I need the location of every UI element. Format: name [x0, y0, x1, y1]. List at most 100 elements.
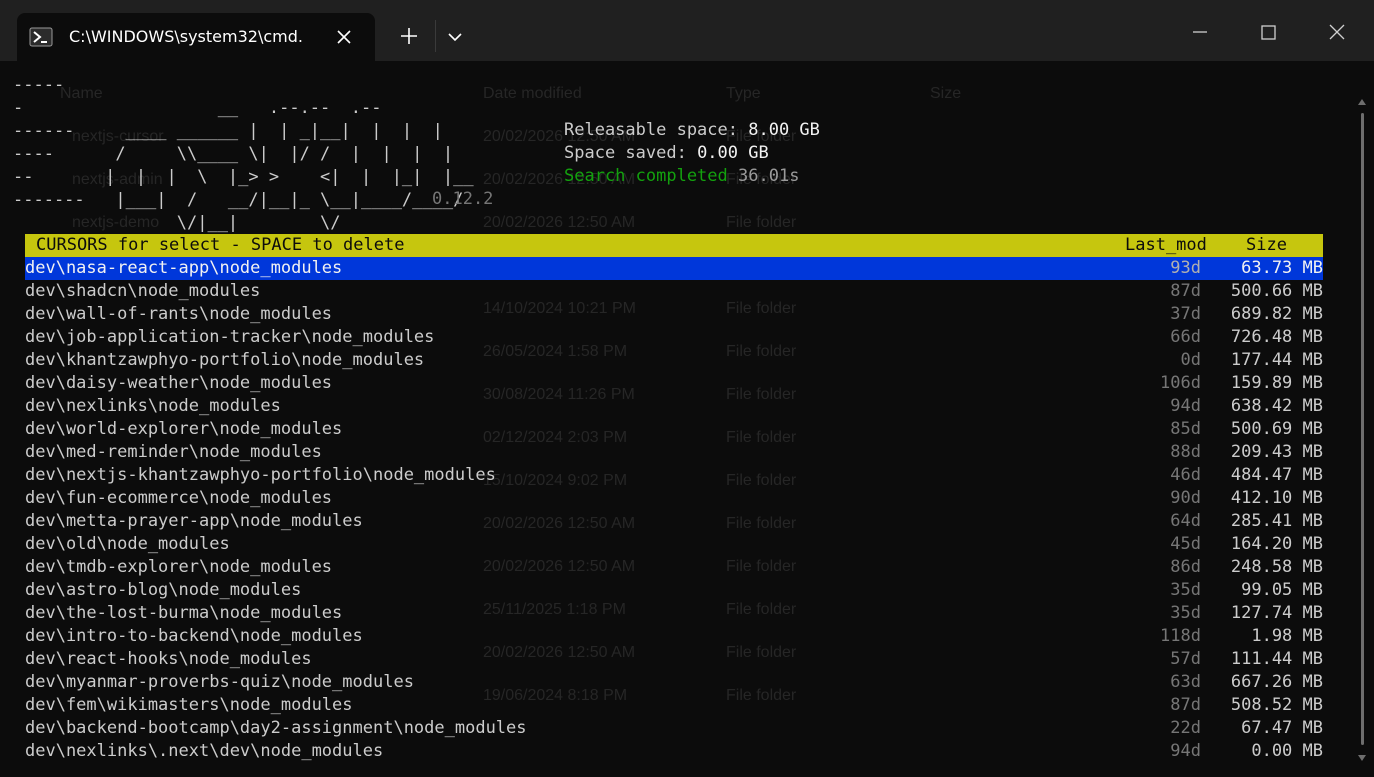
folder-size: 508.52 MB	[1230, 695, 1323, 715]
list-row[interactable]: dev\metta-prayer-app\node_modules 64d 285.…	[25, 510, 1323, 533]
list-row[interactable]: dev\nextjs-khantzawphyo-portfolio\node_m…	[25, 464, 1323, 487]
scroll-down-arrow-icon[interactable]	[1358, 755, 1366, 761]
scrollbar-thumb[interactable]	[1361, 113, 1364, 745]
list-header-bar: CURSORS for select - SPACE to delete Las…	[25, 234, 1323, 257]
tab-cmd[interactable]: C:\WINDOWS\system32\cmd.	[17, 13, 375, 61]
folder-path: dev\nextjs-khantzawphyo-portfolio\node_m…	[25, 465, 496, 485]
releasable-label: Releasable space:	[564, 120, 749, 140]
folder-size: 209.43 MB	[1230, 442, 1323, 462]
folder-path: dev\job-application-tracker\node_modules	[25, 327, 435, 347]
folder-size: 99.05 MB	[1241, 580, 1323, 600]
folder-size: 726.48 MB	[1230, 327, 1323, 347]
folder-size: 159.89 MB	[1230, 373, 1323, 393]
chevron-down-icon[interactable]	[445, 28, 465, 46]
list-row[interactable]: dev\wall-of-rants\node_modules 37d 689.82 …	[25, 303, 1323, 326]
bg-header-date: Date modified	[483, 85, 582, 102]
terminal-pane[interactable]: Name Date modified Type Size nextjs-curs…	[0, 61, 1374, 777]
folder-path: dev\the-lost-burma\node_modules	[25, 603, 343, 623]
column-last-mod: Last_mod	[1125, 235, 1207, 255]
close-icon[interactable]	[1325, 20, 1349, 44]
folder-path: dev\intro-to-backend\node_modules	[25, 626, 363, 646]
logo-line: -----	[13, 75, 65, 95]
folder-path: dev\khantzawphyo-portfolio\node_modules	[25, 350, 425, 370]
last-modified: 118d	[1160, 626, 1201, 646]
last-modified: 87d	[1170, 695, 1201, 715]
folder-size: 164.20 MB	[1230, 534, 1323, 554]
folder-size: 111.44 MB	[1230, 649, 1323, 669]
list-row[interactable]: dev\react-hooks\node_modules 57d 111.44 MB	[25, 648, 1323, 671]
list-row[interactable]: dev\med-reminder\node_modules 88d 209.43 M…	[25, 441, 1323, 464]
last-modified: 94d	[1170, 741, 1201, 761]
new-tab-icon[interactable]	[397, 24, 421, 48]
folder-size: 0.00 MB	[1251, 741, 1323, 761]
list-row-selected[interactable]: dev\nasa-react-app\node_modules 93d 63.73 …	[25, 257, 1323, 280]
last-modified: 57d	[1170, 649, 1201, 669]
folder-path: dev\myanmar-proverbs-quiz\node_modules	[25, 672, 414, 692]
folder-path: dev\metta-prayer-app\node_modules	[25, 511, 363, 531]
folder-path: dev\backend-bootcamp\day2-assignment\nod…	[25, 718, 527, 738]
folder-size: 177.44 MB	[1230, 350, 1323, 370]
last-modified: 0d	[1180, 350, 1201, 370]
releasable-space: Releasable space: 8.00 GB	[564, 119, 820, 142]
list-row[interactable]: dev\myanmar-proverbs-quiz\node_modules 63…	[25, 671, 1323, 694]
last-modified: 94d	[1170, 396, 1201, 416]
search-status: Search completed 36.01s	[564, 165, 799, 188]
list-row[interactable]: dev\old\node_modules 45d 164.20 MB	[25, 533, 1323, 556]
list-row[interactable]: dev\job-application-tracker\node_modules…	[25, 326, 1323, 349]
logo-line: -- | | | \ |_> > <| | |_| |__	[13, 167, 474, 187]
folder-path: dev\nexlinks\.next\dev\node_modules	[25, 741, 384, 761]
list-row[interactable]: dev\nexlinks\node_modules 94d 638.42 MB	[25, 395, 1323, 418]
tab-divider	[435, 20, 436, 52]
list-row[interactable]: dev\world-explorer\node_modules 85d 500.69…	[25, 418, 1323, 441]
last-modified: 46d	[1170, 465, 1201, 485]
folder-path: dev\daisy-weather\node_modules	[25, 373, 333, 393]
last-modified: 88d	[1170, 442, 1201, 462]
last-modified: 45d	[1170, 534, 1201, 554]
list-row[interactable]: dev\astro-blog\node_modules 35d 99.05 MB	[25, 579, 1323, 602]
npkill-logo: ----- - __ .--.-- .-- ------ ____ ______ |…	[13, 74, 474, 235]
list-row[interactable]: dev\backend-bootcamp\day2-assignment\nod…	[25, 717, 1323, 740]
list-row[interactable]: dev\tmdb-explorer\node_modules 86d 248.58 …	[25, 556, 1323, 579]
title-bar: C:\WINDOWS\system32\cmd.	[0, 0, 1374, 61]
last-modified: 37d	[1170, 304, 1201, 324]
folder-path: dev\nexlinks\node_modules	[25, 396, 281, 416]
folder-size: 63.73 MB	[1241, 258, 1323, 278]
last-modified: 86d	[1170, 557, 1201, 577]
list-row[interactable]: dev\khantzawphyo-portfolio\node_modules 0…	[25, 349, 1323, 372]
last-modified: 87d	[1170, 281, 1201, 301]
folder-path: dev\tmdb-explorer\node_modules	[25, 557, 333, 577]
list-row[interactable]: dev\fem\wikimasters\node_modules 87d 508.5…	[25, 694, 1323, 717]
last-modified: 64d	[1170, 511, 1201, 531]
version-label: 0.12.2	[432, 189, 494, 209]
minimize-icon[interactable]	[1188, 20, 1212, 44]
list-row[interactable]: dev\nexlinks\.next\dev\node_modules 94d 0.…	[25, 740, 1323, 763]
releasable-value: 8.00 GB	[748, 120, 820, 140]
folder-size: 248.58 MB	[1230, 557, 1323, 577]
list-row[interactable]: dev\daisy-weather\node_modules 106d 159.89…	[25, 372, 1323, 395]
column-size: Size	[1246, 235, 1287, 255]
folder-size: 638.42 MB	[1230, 396, 1323, 416]
maximize-icon[interactable]	[1256, 20, 1280, 44]
list-row[interactable]: dev\fun-ecommerce\node_modules 90d 412.10 …	[25, 487, 1323, 510]
folder-size: 667.26 MB	[1230, 672, 1323, 692]
search-status-text: Search completed	[564, 166, 728, 186]
list-row[interactable]: dev\shadcn\node_modules 87d 500.66 MB	[25, 280, 1323, 303]
scroll-up-arrow-icon[interactable]	[1358, 99, 1366, 105]
close-tab-icon[interactable]	[335, 28, 353, 46]
last-modified: 22d	[1170, 718, 1201, 738]
list-row[interactable]: dev\intro-to-backend\node_modules 118d 1.9…	[25, 625, 1323, 648]
instructions-text: CURSORS for select - SPACE to delete	[36, 235, 405, 255]
saved-value: 0.00 GB	[697, 143, 769, 163]
tab-title: C:\WINDOWS\system32\cmd.	[69, 27, 303, 46]
bg-file-type: File folder	[726, 214, 797, 231]
folder-size: 689.82 MB	[1230, 304, 1323, 324]
folder-size: 1.98 MB	[1251, 626, 1323, 646]
last-modified: 93d	[1170, 258, 1201, 278]
search-time: 36.01s	[738, 166, 800, 186]
folder-path: dev\med-reminder\node_modules	[25, 442, 322, 462]
list-row[interactable]: dev\the-lost-burma\node_modules 35d 127.74…	[25, 602, 1323, 625]
space-saved: Space saved: 0.00 GB	[564, 142, 769, 165]
logo-line: ------ ____ ______ | | _|__| | | |	[13, 121, 443, 141]
logo-line: ------- |___| / __/|__|_ \__|____/____/	[13, 190, 464, 210]
folder-size: 500.66 MB	[1230, 281, 1323, 301]
